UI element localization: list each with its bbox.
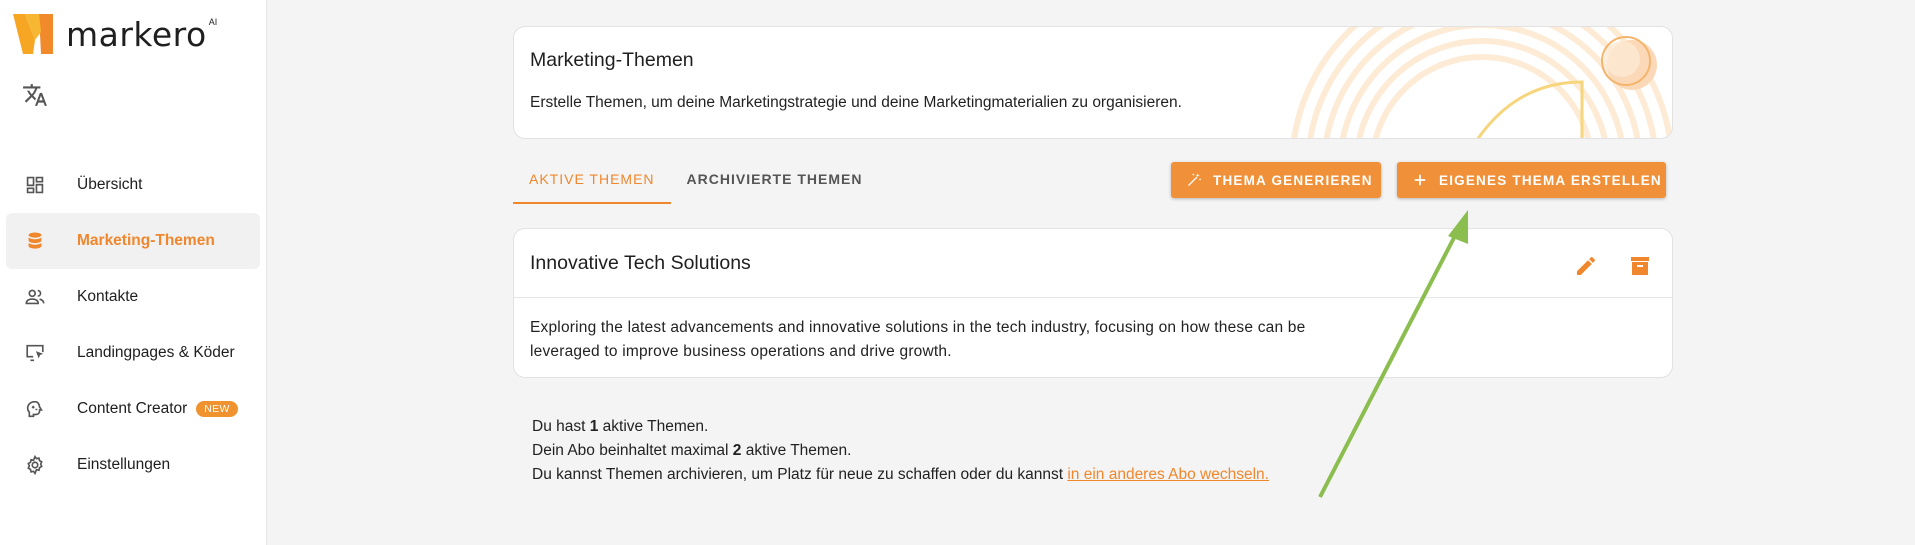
brain-icon — [23, 397, 47, 421]
sidebar-item-label: Content Creator — [77, 400, 188, 417]
create-own-theme-button[interactable]: EIGENES THEMA ERSTELLEN — [1397, 162, 1666, 198]
theme-card: Innovative Tech Solutions Exploring the … — [513, 228, 1673, 378]
logo-mark-icon — [13, 14, 53, 54]
dashboard-icon — [23, 173, 47, 197]
sidebar-item-label: Kontakte — [77, 288, 139, 305]
sidebar-item-label: Übersicht — [77, 176, 143, 193]
info-text: Du hast — [532, 418, 590, 435]
logo-ai-suffix: AI — [208, 17, 218, 27]
sidebar-item-einstellungen[interactable]: Einstellungen — [6, 437, 260, 493]
info-text: Du kannst Themen archivieren, um Platz f… — [532, 466, 1068, 483]
archive-hint-line: Du kannst Themen archivieren, um Platz f… — [532, 463, 1269, 487]
page-header-card: Marketing-Themen Erstelle Themen, um dei… — [513, 26, 1673, 139]
archive-icon[interactable] — [1628, 254, 1652, 278]
new-badge: NEW — [196, 401, 238, 417]
sidebar-item-uebersicht[interactable]: Übersicht — [6, 157, 260, 213]
theme-title: Innovative Tech Solutions — [530, 252, 751, 274]
generate-theme-label: THEMA GENERIEREN — [1213, 172, 1373, 188]
sidebar-item-label: Landingpages & Köder — [77, 344, 235, 361]
info-text: aktive Themen. — [598, 418, 709, 435]
create-own-theme-label: EIGENES THEMA ERSTELLEN — [1439, 172, 1662, 188]
subscription-info: Du hast 1 aktive Themen. Dein Abo beinha… — [532, 415, 1269, 487]
logo[interactable]: markero AI — [13, 14, 217, 54]
logo-text: markero — [66, 14, 207, 54]
tab-archivierte-themen[interactable]: ARCHIVIERTE THEMEN — [671, 158, 879, 204]
theme-description: Exploring the latest advancements and in… — [530, 319, 1306, 360]
screen-pointer-icon — [23, 341, 47, 365]
active-count-line: Du hast 1 aktive Themen. — [532, 415, 1269, 439]
decorative-arcs — [1291, 27, 1672, 138]
sidebar-item-label: Einstellungen — [77, 456, 171, 473]
database-icon — [23, 229, 47, 253]
people-icon — [23, 285, 47, 309]
theme-card-divider — [514, 297, 1672, 298]
sidebar-item-label: Marketing-Themen — [77, 232, 215, 249]
sidebar: markero AI Übersicht Marketing-Themen Ko… — [0, 0, 267, 545]
theme-tabs: AKTIVE THEMEN ARCHIVIERTE THEMEN — [513, 158, 878, 204]
sidebar-item-content-creator[interactable]: Content Creator NEW — [6, 381, 260, 437]
info-text: Dein Abo beinhaltet maximal — [532, 442, 733, 459]
max-count-line: Dein Abo beinhaltet maximal 2 aktive The… — [532, 439, 1269, 463]
sidebar-item-kontakte[interactable]: Kontakte — [6, 269, 260, 325]
page-description: Erstelle Themen, um deine Marketingstrat… — [530, 94, 1182, 111]
pencil-icon[interactable] — [1574, 254, 1598, 278]
gear-icon — [23, 453, 47, 477]
change-subscription-link[interactable]: in ein anderes Abo wechseln. — [1067, 466, 1269, 483]
generate-theme-button[interactable]: THEMA GENERIEREN — [1171, 162, 1381, 198]
info-text: aktive Themen. — [741, 442, 852, 459]
sidebar-item-marketing-themen[interactable]: Marketing-Themen — [6, 213, 260, 269]
sidebar-item-landingpages[interactable]: Landingpages & Köder — [6, 325, 260, 381]
sidebar-nav: Übersicht Marketing-Themen Kontakte Land… — [6, 157, 260, 493]
tab-aktive-themen[interactable]: AKTIVE THEMEN — [513, 158, 671, 204]
plus-icon — [1411, 171, 1429, 189]
page-title: Marketing-Themen — [530, 49, 694, 71]
translate-icon[interactable] — [22, 82, 48, 108]
magic-wand-icon — [1185, 171, 1203, 189]
